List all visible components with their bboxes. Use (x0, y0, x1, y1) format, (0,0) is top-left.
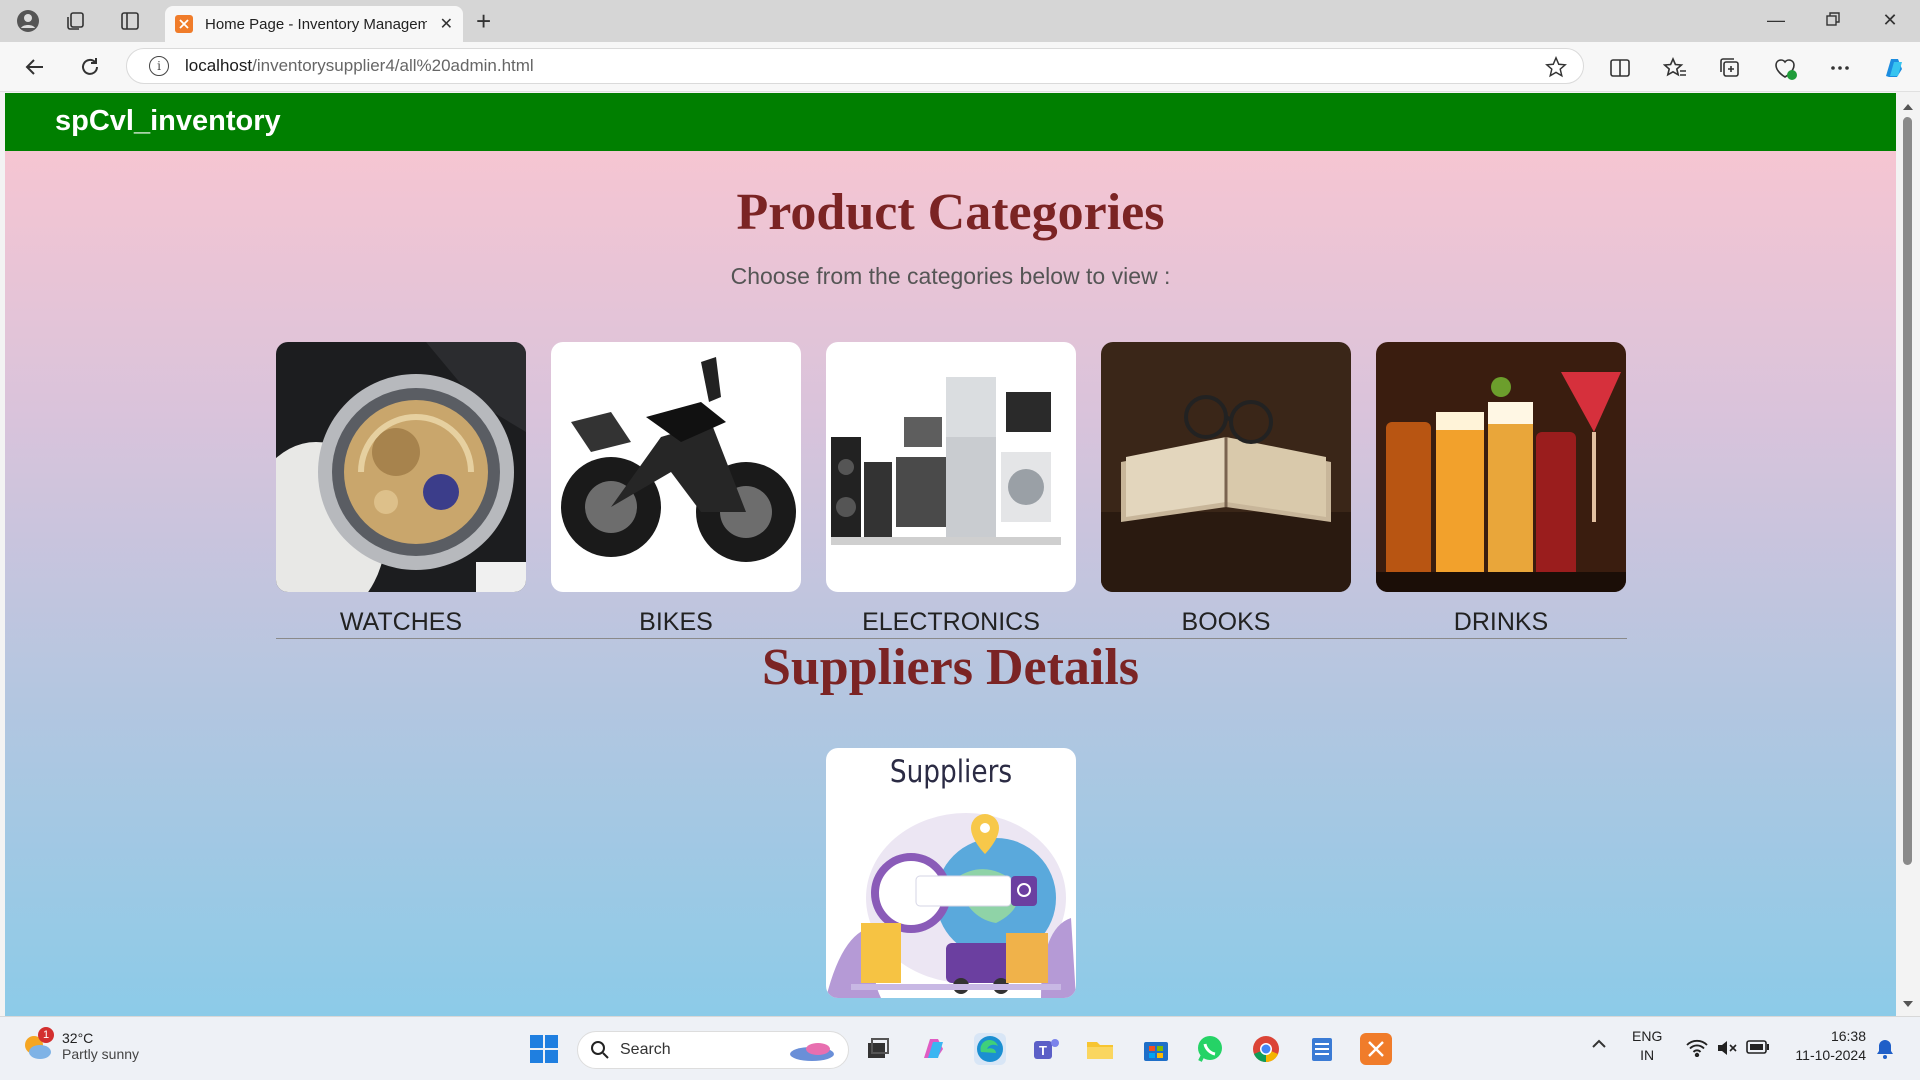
url-path: /inventorysupplier4/all%20admin.html (252, 56, 534, 75)
copilot-icon[interactable] (1880, 54, 1908, 82)
collections-icon[interactable] (1716, 54, 1744, 82)
category-label-books[interactable]: BOOKS (1101, 608, 1351, 637)
workspaces-icon[interactable] (60, 6, 92, 36)
weather-widget[interactable]: 1 32°C Partly sunny (20, 1027, 140, 1063)
store-icon[interactable] (1140, 1033, 1172, 1065)
category-label-drinks[interactable]: DRINKS (1376, 608, 1626, 637)
notifications-bell-icon[interactable] (1876, 1039, 1894, 1064)
category-label-bikes[interactable]: BIKES (551, 608, 801, 637)
scrollbar-thumb[interactable] (1903, 117, 1912, 865)
book-image (1101, 342, 1351, 592)
temperature: 32°C (62, 1030, 94, 1046)
url-host: localhost (185, 56, 253, 75)
page-scrollbar[interactable] (1896, 93, 1920, 1016)
clock[interactable]: 16:38 11-10-2024 (1782, 1027, 1866, 1065)
weather-badge: 1 (38, 1027, 54, 1043)
chrome-icon[interactable] (1250, 1033, 1282, 1065)
tab-home-page[interactable]: Home Page - Inventory Managem ✕ (165, 6, 463, 42)
clock-time: 16:38 (1830, 1028, 1866, 1044)
task-view-icon[interactable] (862, 1033, 894, 1065)
favorite-star-icon[interactable] (1545, 55, 1567, 83)
profile-icon[interactable] (12, 6, 44, 36)
battery-icon[interactable] (1746, 1040, 1770, 1059)
file-explorer-icon[interactable] (1084, 1033, 1116, 1065)
browser-tab-strip: Home Page - Inventory Managem ✕ + — ✕ (0, 0, 1920, 42)
bike-image (551, 342, 801, 592)
category-label-watches[interactable]: WATCHES (276, 608, 526, 637)
drinks-image (1376, 342, 1626, 592)
suppliers-card-title: Suppliers (889, 754, 1013, 790)
start-icon[interactable] (528, 1033, 560, 1065)
xampp-icon[interactable] (1360, 1033, 1392, 1065)
category-label-electronics[interactable]: ELECTRONICS (826, 608, 1076, 637)
minimize-icon[interactable]: — (1756, 10, 1796, 31)
reload-icon[interactable] (73, 52, 107, 82)
teams-icon[interactable]: T (1030, 1033, 1062, 1065)
volume-muted-icon[interactable] (1716, 1039, 1738, 1062)
browser-essentials-icon[interactable] (1771, 54, 1799, 82)
brand-title[interactable]: spCvl_inventory (55, 105, 281, 138)
site-info-icon[interactable]: i (149, 56, 169, 76)
top-navbar: spCvl_inventory (5, 93, 1896, 151)
region-code: IN (1640, 1047, 1655, 1063)
new-tab-icon[interactable]: + (476, 8, 491, 34)
more-menu-icon[interactable] (1826, 54, 1854, 82)
weather-condition: Partly sunny (62, 1046, 140, 1062)
category-card-watches[interactable] (276, 342, 526, 592)
category-card-electronics[interactable] (826, 342, 1076, 592)
taskbar-search[interactable]: Search (577, 1031, 849, 1069)
search-highlight-icon (788, 1040, 836, 1067)
product-categories-heading: Product Categories (736, 184, 1165, 241)
clock-date: 11-10-2024 (1795, 1047, 1866, 1063)
xampp-favicon-icon (175, 15, 193, 33)
wifi-icon[interactable] (1686, 1039, 1708, 1062)
scroll-down-icon[interactable] (1896, 994, 1920, 1014)
whatsapp-icon[interactable] (1194, 1033, 1226, 1065)
edge-icon[interactable] (974, 1033, 1006, 1065)
suppliers-card[interactable]: Suppliers (826, 748, 1076, 998)
search-icon (591, 1041, 609, 1059)
tab-title: Home Page - Inventory Managem (205, 15, 427, 33)
category-card-books[interactable] (1101, 342, 1351, 592)
category-card-drinks[interactable] (1376, 342, 1626, 592)
split-screen-icon[interactable] (1606, 54, 1634, 82)
page-viewport: spCvl_inventory Product Categories Choos… (5, 93, 1896, 1016)
electronics-image (826, 342, 1076, 592)
scroll-up-icon[interactable] (1896, 97, 1920, 117)
taskbar-search-label: Search (620, 1041, 671, 1058)
favorites-icon[interactable] (1661, 54, 1689, 82)
copilot-taskbar-icon[interactable] (918, 1033, 950, 1065)
tab-close-icon[interactable]: ✕ (440, 14, 453, 34)
watch-image (276, 342, 526, 592)
address-bar-row: i localhost/inventorysupplier4/all%20adm… (0, 42, 1920, 92)
windows-taskbar: 1 32°C Partly sunny Search T ENG IN 16:3… (0, 1016, 1920, 1080)
suppliers-heading: Suppliers Details (761, 639, 1140, 696)
restore-icon[interactable] (1813, 10, 1853, 31)
categories-subtitle: Choose from the categories below to view… (730, 263, 1171, 289)
back-icon[interactable] (18, 52, 52, 82)
svg-text:T: T (1039, 1043, 1047, 1058)
url-field[interactable]: i localhost/inventorysupplier4/all%20adm… (126, 48, 1584, 84)
language-code: ENG (1632, 1028, 1663, 1044)
close-window-icon[interactable]: ✕ (1870, 10, 1910, 31)
notepad-icon[interactable] (1306, 1033, 1338, 1065)
weather-icon: 1 (20, 1027, 54, 1063)
show-hidden-icons[interactable] (1590, 1035, 1608, 1058)
category-card-bikes[interactable] (551, 342, 801, 592)
tab-actions-icon[interactable] (114, 6, 146, 36)
language-indicator[interactable]: ENG IN (1632, 1027, 1662, 1065)
